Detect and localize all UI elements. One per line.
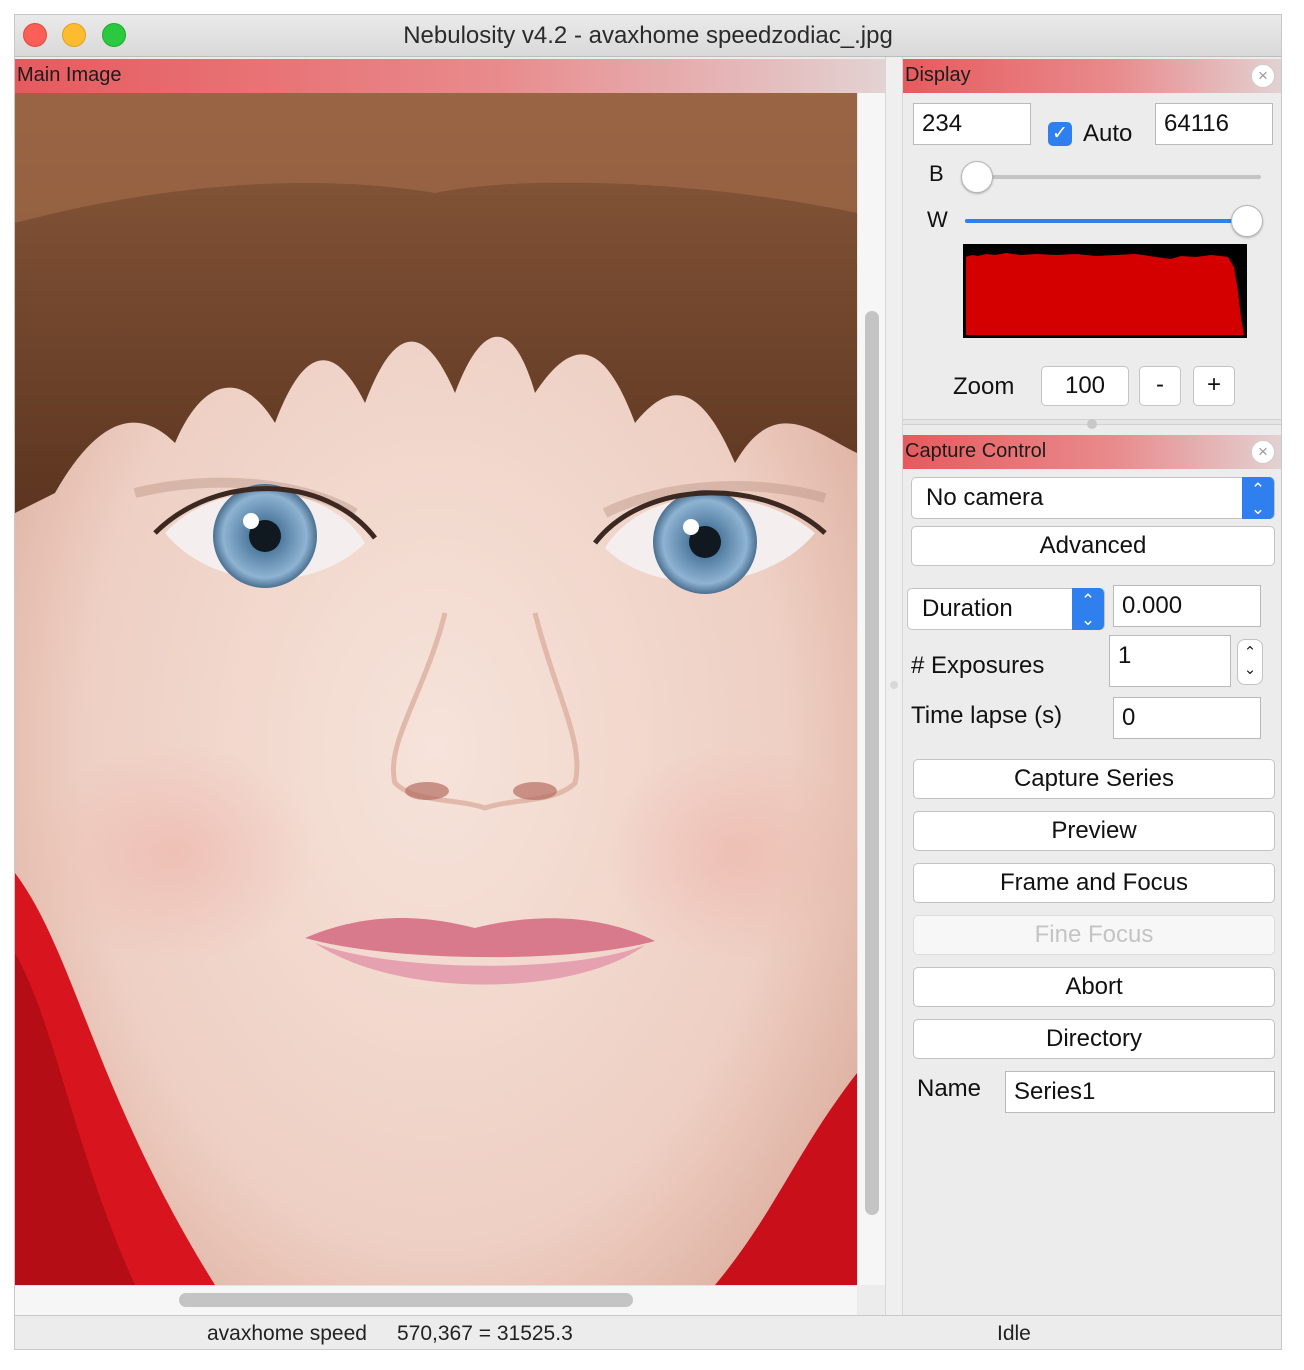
splitter-grip[interactable] bbox=[890, 681, 898, 689]
w-slider-fill bbox=[965, 219, 1256, 223]
duration-select-value: Duration bbox=[922, 595, 1013, 622]
exposures-stepper[interactable]: ⌃ ⌄ bbox=[1237, 639, 1263, 685]
chevron-up-down-icon: ⌃ ⌄ bbox=[1072, 588, 1104, 630]
black-level-field[interactable]: 234 bbox=[913, 103, 1031, 145]
histogram-chart bbox=[966, 253, 1244, 335]
capture-series-button[interactable]: Capture Series bbox=[913, 759, 1275, 799]
camera-select-value: No camera bbox=[926, 484, 1044, 511]
main-image-vertical-scroll-thumb[interactable] bbox=[865, 311, 879, 1215]
duration-field[interactable]: 0.000 bbox=[1113, 585, 1261, 627]
b-slider-track[interactable] bbox=[965, 175, 1261, 179]
main-image-horizontal-scroll-thumb[interactable] bbox=[179, 1293, 633, 1307]
name-label: Name bbox=[917, 1075, 982, 1102]
exposures-label: # Exposures bbox=[911, 652, 1045, 679]
fine-focus-button[interactable]: Fine Focus bbox=[913, 915, 1275, 955]
main-image-title: Main Image bbox=[17, 64, 122, 86]
capture-close-icon[interactable]: × bbox=[1251, 440, 1275, 464]
main-image-header: Main Image bbox=[15, 59, 885, 93]
w-slider-knob[interactable] bbox=[1231, 205, 1263, 237]
auto-checkbox[interactable]: ✓ bbox=[1048, 122, 1072, 146]
zoom-in-button[interactable]: + bbox=[1193, 366, 1235, 406]
preview-button[interactable]: Preview bbox=[913, 811, 1275, 851]
capture-panel-header: Capture Control × bbox=[903, 435, 1281, 469]
display-close-icon[interactable]: × bbox=[1251, 64, 1275, 88]
duration-select[interactable]: Duration ⌃ ⌄ bbox=[907, 588, 1105, 630]
main-image-canvas[interactable] bbox=[15, 93, 857, 1285]
panel-divider-grip[interactable] bbox=[1087, 419, 1097, 429]
window-title: Nebulosity v4.2 - avaxhome speedzodiac_.… bbox=[403, 22, 893, 49]
display-panel-title: Display bbox=[905, 64, 971, 86]
exposures-field[interactable]: 1 bbox=[1109, 635, 1231, 687]
timelapse-label: Time lapse (s) bbox=[911, 702, 1063, 729]
advanced-button[interactable]: Advanced bbox=[911, 526, 1275, 566]
frame-and-focus-button[interactable]: Frame and Focus bbox=[913, 863, 1275, 903]
white-level-field[interactable]: 64116 bbox=[1155, 103, 1273, 145]
series-name-field[interactable]: Series1 bbox=[1005, 1071, 1275, 1113]
display-panel-header: Display × bbox=[903, 59, 1281, 93]
chevron-up-down-icon: ⌃ ⌄ bbox=[1242, 477, 1274, 519]
zoom-label: Zoom bbox=[953, 373, 1015, 400]
portrait-image bbox=[15, 93, 857, 1285]
status-file-name: avaxhome speed bbox=[207, 1322, 367, 1345]
zoom-out-button[interactable]: - bbox=[1139, 366, 1181, 406]
w-slider-label: W bbox=[927, 207, 948, 232]
camera-select[interactable]: No camera ⌃ ⌄ bbox=[911, 477, 1275, 519]
auto-label: Auto bbox=[1083, 120, 1133, 147]
status-bar: avaxhome speed 570,367 = 31525.3 Idle bbox=[15, 1315, 1281, 1349]
timelapse-field[interactable]: 0 bbox=[1113, 697, 1261, 739]
status-pixel-readout: 570,367 = 31525.3 bbox=[397, 1322, 573, 1345]
histogram bbox=[963, 244, 1247, 338]
b-slider-label: B bbox=[929, 161, 944, 186]
capture-panel-title: Capture Control bbox=[905, 440, 1047, 462]
zoom-value-field[interactable]: 100 bbox=[1041, 366, 1129, 406]
b-slider-knob[interactable] bbox=[961, 161, 993, 193]
status-state: Idle bbox=[997, 1322, 1031, 1345]
title-bar: Nebulosity v4.2 - avaxhome speedzodiac_.… bbox=[15, 15, 1281, 57]
abort-button[interactable]: Abort bbox=[913, 967, 1275, 1007]
directory-button[interactable]: Directory bbox=[913, 1019, 1275, 1059]
app-window: Nebulosity v4.2 - avaxhome speedzodiac_.… bbox=[14, 14, 1282, 1350]
